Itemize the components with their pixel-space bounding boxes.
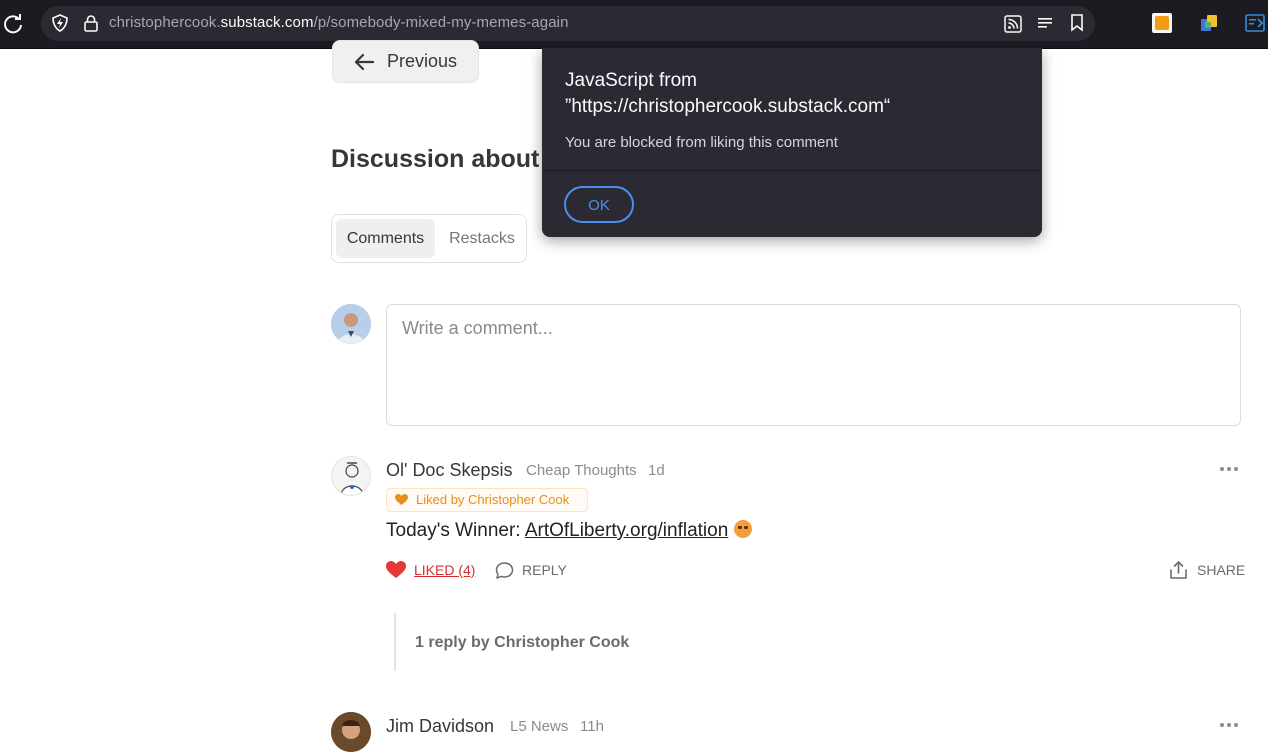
comment-author[interactable]: Ol' Doc Skepsis [386,460,512,481]
comment-time[interactable]: 1d [648,462,665,479]
extension-icon[interactable] [1152,13,1172,33]
comment-author[interactable]: Jim Davidson [386,716,494,737]
comment-bubble-icon [495,562,514,579]
dialog-message: You are blocked from liking this comment [565,134,838,151]
user-avatar [331,304,371,344]
liked-by-label: Liked by Christopher Cook [416,492,570,507]
discussion-heading: Discussion about t [331,145,555,173]
dialog-divider [542,170,1042,171]
comment-text: Today's Winner: [386,520,525,541]
comment-body: Today's Winner: ArtOfLiberty.org/inflati… [386,520,753,542]
heart-filled-icon [386,561,406,578]
previous-label: Previous [387,51,458,71]
reader-extension-icon[interactable] [1244,12,1266,34]
comment-link[interactable]: ArtOfLiberty.org/inflation [525,520,728,541]
translate-extension-icon[interactable] [1199,13,1219,33]
like-count-label: LIKED (4) [414,562,476,578]
reader-view-icon[interactable] [1037,15,1053,31]
tab-comments[interactable]: Comments [336,219,435,258]
url-subdomain: christophercook. [109,14,221,31]
view-replies-link[interactable]: 1 reply by Christopher Cook [415,634,629,652]
previous-button[interactable]: Previous [332,40,479,83]
ok-button[interactable]: OK [564,186,634,223]
tracking-protection-icon[interactable] [51,14,69,32]
arrow-left-icon [354,53,375,71]
tab-restacks[interactable]: Restacks [440,219,524,258]
dialog-title: JavaScript from ”https://christophercook… [565,70,891,117]
reply-thread-line [394,613,396,671]
comment-time[interactable]: 11h [580,718,604,735]
more-options-button[interactable] [1220,464,1240,474]
share-icon [1170,561,1187,579]
reload-icon[interactable] [2,13,24,35]
address-bar[interactable]: christophercook.substack.com/p/somebody-… [41,6,1095,41]
lock-icon[interactable] [83,14,99,32]
more-options-button[interactable] [1220,720,1240,730]
commenter-avatar[interactable] [331,712,371,752]
angry-face-emoji-icon [734,520,753,538]
bookmark-icon[interactable] [1070,14,1084,32]
url-text[interactable]: christophercook.substack.com/p/somebody-… [109,14,569,31]
commenter-avatar[interactable] [331,456,371,496]
heart-icon [395,494,408,505]
share-label: SHARE [1197,562,1246,578]
rss-feed-icon[interactable] [1004,15,1022,33]
reply-label: REPLY [522,562,567,578]
liked-by-author-badge: Liked by Christopher Cook [386,488,588,512]
url-path: /p/somebody-mixed-my-memes-again [313,14,569,31]
comment-input[interactable] [387,305,1240,425]
discussion-tabs: Comments Restacks [331,214,527,263]
comment-publication[interactable]: Cheap Thoughts [526,462,637,479]
url-host: substack.com [220,14,314,31]
share-button[interactable]: SHARE [1169,560,1246,580]
javascript-alert-dialog: JavaScript from ”https://christophercook… [542,48,1042,237]
comment-publication[interactable]: L5 News [510,718,568,735]
comment-box[interactable] [386,304,1241,426]
browser-toolbar: christophercook.substack.com/p/somebody-… [0,0,1268,49]
